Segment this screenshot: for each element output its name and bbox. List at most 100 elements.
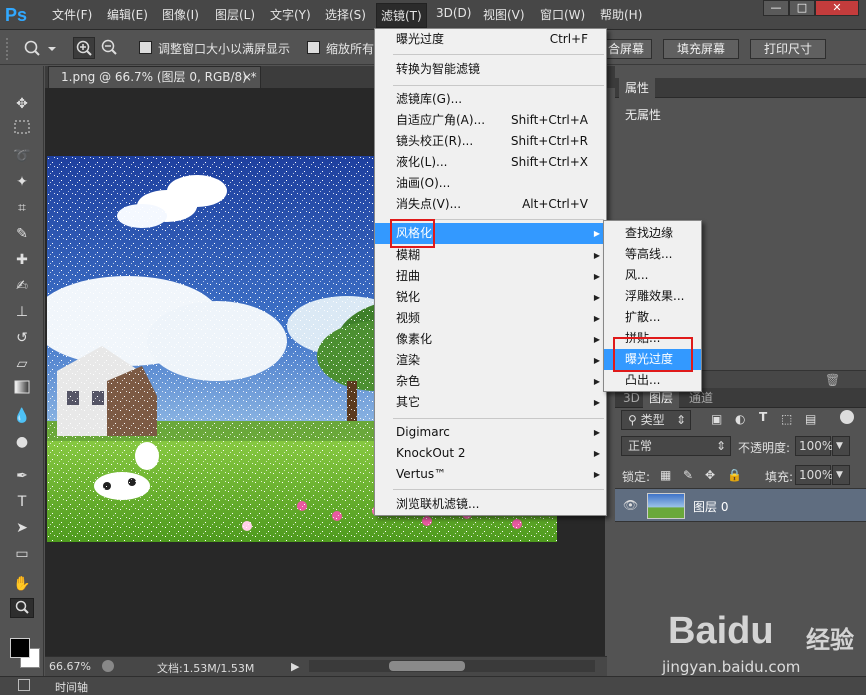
crop-tool-icon[interactable]: ⌗ bbox=[10, 198, 34, 218]
horizontal-scrollbar[interactable] bbox=[309, 660, 595, 672]
layer-row[interactable]: 👁 图层 0 bbox=[615, 488, 866, 522]
menu-layer[interactable]: 图层(L) bbox=[215, 6, 255, 23]
timeline-label[interactable]: 时间轴 bbox=[55, 679, 88, 695]
gradient-tool-icon[interactable] bbox=[10, 380, 34, 400]
menu-edit[interactable]: 编辑(E) bbox=[107, 6, 148, 23]
menu-item-lens-correction[interactable]: 镜头校正(R)... Shift+Ctrl+R bbox=[375, 131, 606, 152]
scrollbar-thumb[interactable] bbox=[389, 661, 465, 671]
status-menu-arrow-icon[interactable]: ▶ bbox=[291, 660, 299, 673]
menu-item-vertus[interactable]: Vertus™ ▶ bbox=[375, 464, 606, 485]
resize-windows-checkbox[interactable] bbox=[139, 41, 152, 54]
document-tab[interactable]: 1.png @ 66.7% (图层 0, RGB/8) * × bbox=[48, 66, 261, 88]
tab-close-icon[interactable]: × bbox=[242, 67, 252, 87]
menu-item-vanishing-point[interactable]: 消失点(V)... Alt+Ctrl+V bbox=[375, 194, 606, 215]
blend-mode-select[interactable]: 正常 ⇕ bbox=[621, 436, 731, 456]
menu-item-sharpen[interactable]: 锐化 ▶ bbox=[375, 287, 606, 308]
menu-item-distort[interactable]: 扭曲 ▶ bbox=[375, 266, 606, 287]
menu-item-noise[interactable]: 杂色 ▶ bbox=[375, 371, 606, 392]
lock-all-icon[interactable]: 🔒 bbox=[727, 468, 742, 482]
submenu-item-find-edges[interactable]: 查找边缘 bbox=[604, 223, 701, 244]
smart-object-filter-icon[interactable]: ▤ bbox=[805, 412, 816, 426]
eyedropper-icon[interactable]: ✎ bbox=[10, 224, 34, 244]
shape-tool-icon[interactable]: ▭ bbox=[10, 544, 34, 564]
path-selection-icon[interactable]: ➤ bbox=[10, 518, 34, 538]
pen-tool-icon[interactable]: ✒ bbox=[10, 466, 34, 486]
blur-tool-icon[interactable]: 💧 bbox=[10, 406, 34, 426]
opacity-input[interactable]: 100% bbox=[795, 436, 833, 456]
magic-wand-icon[interactable]: ✦ bbox=[10, 172, 34, 192]
menu-item-other[interactable]: 其它 ▶ bbox=[375, 392, 606, 413]
tab-properties[interactable]: 属性 bbox=[619, 78, 656, 98]
eraser-tool-icon[interactable]: ▱ bbox=[10, 354, 34, 374]
type-filter-icon[interactable]: T bbox=[759, 410, 767, 424]
lock-label: 锁定: bbox=[622, 470, 651, 484]
submenu-item-contour[interactable]: 等高线... bbox=[604, 244, 701, 265]
lasso-tool-icon[interactable]: ➰ bbox=[10, 146, 34, 166]
layer-name[interactable]: 图层 0 bbox=[693, 498, 728, 515]
menu-window[interactable]: 窗口(W) bbox=[540, 6, 585, 23]
visibility-eye-icon[interactable]: 👁 bbox=[623, 498, 638, 512]
menu-item-video[interactable]: 视频 ▶ bbox=[375, 308, 606, 329]
timeline-icon[interactable] bbox=[18, 679, 30, 691]
menu-3d[interactable]: 3D(D) bbox=[436, 6, 471, 20]
menu-type[interactable]: 文字(Y) bbox=[270, 6, 311, 23]
menu-item-browse-online[interactable]: 浏览联机滤镜... bbox=[375, 494, 606, 515]
zoom-all-checkbox[interactable] bbox=[307, 41, 320, 54]
fill-screen-button[interactable]: 填充屏幕 bbox=[663, 39, 739, 59]
minimize-button[interactable]: — bbox=[763, 0, 789, 16]
maximize-button[interactable]: □ bbox=[789, 0, 815, 16]
menu-item-last-filter[interactable]: 曝光过度 Ctrl+F bbox=[375, 29, 606, 50]
zoom-in-icon[interactable] bbox=[73, 37, 95, 59]
zoom-out-icon[interactable] bbox=[99, 37, 121, 59]
submenu-item-extrude[interactable]: 凸出... bbox=[604, 370, 701, 391]
menu-item-digimarc[interactable]: Digimarc ▶ bbox=[375, 422, 606, 443]
zoom-tool-icon[interactable] bbox=[10, 598, 34, 618]
layer-filter-kind[interactable]: ⚲ 类型 ⇕ bbox=[621, 410, 691, 430]
type-tool-icon[interactable]: T bbox=[10, 492, 34, 512]
fill-dropdown-icon[interactable]: ▼ bbox=[832, 465, 850, 485]
close-button[interactable]: ✕ bbox=[815, 0, 859, 16]
lock-position-icon[interactable]: ✥ bbox=[705, 468, 715, 482]
menu-select[interactable]: 选择(S) bbox=[325, 6, 366, 23]
lock-pixels-icon[interactable]: ✎ bbox=[683, 468, 693, 482]
hand-tool-icon[interactable]: ✋ bbox=[10, 574, 34, 594]
clone-stamp-icon[interactable]: ⊥ bbox=[10, 302, 34, 322]
brush-tool-icon[interactable]: ✍ bbox=[10, 276, 34, 296]
opacity-dropdown-icon[interactable]: ▼ bbox=[832, 436, 850, 456]
menu-item-blur[interactable]: 模糊 ▶ bbox=[375, 245, 606, 266]
menu-file[interactable]: 文件(F) bbox=[52, 6, 92, 23]
fit-screen-button[interactable]: 合屏幕 bbox=[600, 39, 652, 59]
menu-help[interactable]: 帮助(H) bbox=[600, 6, 642, 23]
zoom-tool-preset-icon[interactable] bbox=[22, 38, 58, 58]
trash-icon[interactable]: 🗑 bbox=[825, 373, 840, 387]
marquee-tool-icon[interactable] bbox=[10, 120, 34, 140]
shape-filter-icon[interactable]: ⬚ bbox=[781, 412, 792, 426]
move-tool-icon[interactable]: ✥ bbox=[10, 94, 34, 114]
adjustment-filter-icon[interactable]: ◐ bbox=[735, 412, 745, 426]
lock-transparency-icon[interactable]: ▦ bbox=[660, 468, 671, 482]
menu-item-knockout[interactable]: KnockOut 2 ▶ bbox=[375, 443, 606, 464]
submenu-item-diffuse[interactable]: 扩散... bbox=[604, 307, 701, 328]
menu-item-render[interactable]: 渲染 ▶ bbox=[375, 350, 606, 371]
print-size-button[interactable]: 打印尺寸 bbox=[750, 39, 826, 59]
dodge-tool-icon[interactable]: ● bbox=[10, 432, 34, 452]
menu-item-liquify[interactable]: 液化(L)... Shift+Ctrl+X bbox=[375, 152, 606, 173]
menu-item-filter-gallery[interactable]: 滤镜库(G)... bbox=[375, 89, 606, 110]
menu-filter[interactable]: 滤镜(T) bbox=[376, 3, 427, 28]
menu-image[interactable]: 图像(I) bbox=[162, 6, 199, 23]
submenu-item-emboss[interactable]: 浮雕效果... bbox=[604, 286, 701, 307]
grip-handle[interactable] bbox=[6, 38, 10, 60]
menu-item-pixelate[interactable]: 像素化 ▶ bbox=[375, 329, 606, 350]
fill-input[interactable]: 100% bbox=[795, 465, 833, 485]
zoom-level[interactable]: 66.67% bbox=[49, 660, 91, 673]
menu-item-convert-smart[interactable]: 转换为智能滤镜 bbox=[375, 59, 606, 80]
menu-item-oil-paint[interactable]: 油画(O)... bbox=[375, 173, 606, 194]
healing-brush-icon[interactable]: ✚ bbox=[10, 250, 34, 270]
menu-item-adaptive-wide-angle[interactable]: 自适应广角(A)... Shift+Ctrl+A bbox=[375, 110, 606, 131]
pixel-filter-icon[interactable]: ▣ bbox=[711, 412, 722, 426]
history-brush-icon[interactable]: ↺ bbox=[10, 328, 34, 348]
filter-toggle-icon[interactable] bbox=[840, 410, 854, 424]
submenu-item-wind[interactable]: 风... bbox=[604, 265, 701, 286]
menu-view[interactable]: 视图(V) bbox=[483, 6, 525, 23]
status-info-icon[interactable] bbox=[102, 660, 114, 672]
